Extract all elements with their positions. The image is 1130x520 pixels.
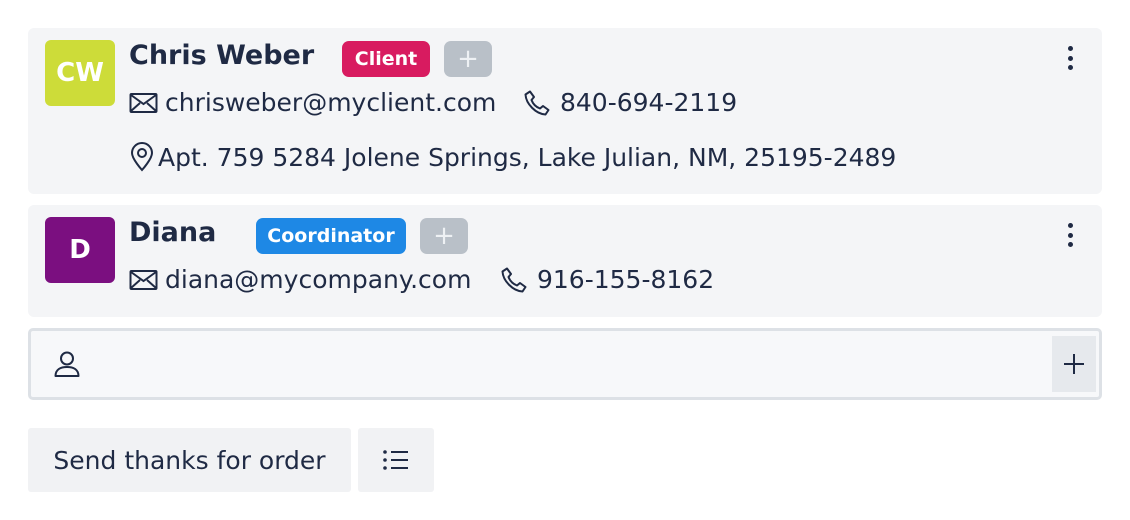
email-row[interactable]: chrisweber@myclient.com — [129, 88, 496, 117]
phone-icon — [524, 90, 550, 115]
add-contact-field[interactable] — [28, 328, 1102, 400]
phone-text[interactable]: 840-694-2119 — [560, 88, 737, 117]
more-options-icon[interactable] — [1060, 221, 1080, 249]
add-tag-button[interactable]: + — [420, 218, 468, 254]
phone-icon — [501, 267, 527, 292]
add-tag-button[interactable]: + — [444, 41, 492, 77]
role-badge[interactable]: Coordinator — [256, 218, 406, 254]
contact-name: Diana — [129, 217, 217, 248]
email-text[interactable]: diana@mycompany.com — [165, 265, 471, 294]
add-contact-button[interactable] — [1052, 336, 1096, 392]
more-options-icon[interactable] — [1060, 44, 1080, 72]
email-row[interactable]: diana@mycompany.com — [129, 265, 471, 294]
address-row[interactable]: Apt. 759 5284 Jolene Springs, Lake Julia… — [129, 142, 896, 172]
email-text[interactable]: chrisweber@myclient.com — [165, 88, 496, 117]
contact-card: CW Chris Weber Client + chrisweber@mycli… — [28, 28, 1102, 194]
avatar: CW — [45, 40, 115, 106]
send-thanks-button[interactable]: Send thanks for order — [28, 428, 351, 492]
person-icon — [54, 351, 80, 377]
envelope-icon — [129, 92, 158, 113]
phone-row[interactable]: 840-694-2119 — [523, 88, 737, 117]
list-button[interactable] — [358, 428, 434, 492]
phone-row[interactable]: 916-155-8162 — [500, 265, 714, 294]
contact-name: Chris Weber — [129, 40, 315, 71]
envelope-icon — [129, 269, 158, 290]
role-badge[interactable]: Client — [342, 41, 430, 77]
plus-icon — [1064, 354, 1084, 374]
map-pin-icon — [130, 142, 154, 172]
phone-text[interactable]: 916-155-8162 — [537, 265, 714, 294]
avatar: D — [45, 217, 115, 283]
list-icon — [383, 450, 408, 470]
address-text[interactable]: Apt. 759 5284 Jolene Springs, Lake Julia… — [158, 143, 896, 172]
contact-card: D Diana Coordinator + diana@mycompany.co… — [28, 205, 1102, 317]
